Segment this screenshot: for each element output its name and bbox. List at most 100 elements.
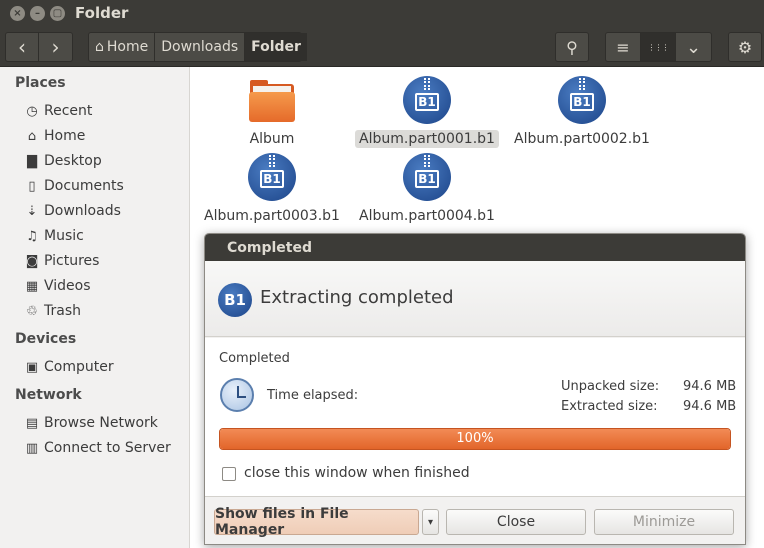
chevron-left-icon: ‹	[18, 35, 26, 59]
toolbar: ‹ › ⌂ Home Downloads Folder ⚲ ≡ ⋮⋮⋮ ⌄ ⚙	[0, 27, 764, 67]
home-icon: ⌂	[27, 128, 37, 144]
unpacked-size-label: Unpacked size:	[561, 379, 660, 394]
minimize-button[interactable]: Minimize	[594, 509, 734, 535]
extracted-size-label: Extracted size:	[561, 399, 658, 414]
archive-icon: B1	[403, 76, 451, 124]
archive-icon: B1	[403, 153, 451, 201]
chevron-right-icon: ›	[51, 35, 60, 59]
file-item-part0004[interactable]: B1 Album.part0004.b1	[352, 153, 502, 225]
breadcrumb-home-label: Home	[106, 39, 149, 55]
sidebar-heading-places: Places	[15, 75, 66, 91]
list-view-button[interactable]: ≡	[606, 33, 641, 61]
file-label: Album.part0003.b1	[204, 208, 340, 224]
sidebar-item-documents[interactable]: ▯ Documents	[24, 175, 124, 197]
file-item-part0001[interactable]: B1 Album.part0001.b1	[352, 76, 502, 148]
document-icon: ▯	[28, 178, 36, 194]
sidebar-item-desktop[interactable]: ▇ Desktop	[24, 150, 102, 172]
file-item-part0003[interactable]: B1 Album.part0003.b1	[197, 153, 347, 225]
sidebar-item-label: Pictures	[44, 253, 100, 269]
search-icon: ⚲	[566, 37, 578, 57]
sidebar-item-label: Computer	[44, 359, 114, 375]
extraction-dialog: Completed B1 Extracting completed Comple…	[204, 233, 746, 545]
sidebar-item-label: Connect to Server	[44, 440, 171, 456]
breadcrumb-folder[interactable]: Folder	[245, 33, 307, 61]
breadcrumb-downloads-label: Downloads	[161, 39, 239, 55]
sidebar-heading-network: Network	[15, 387, 82, 403]
search-button[interactable]: ⚲	[556, 33, 588, 61]
dialog-heading: Extracting completed	[260, 287, 454, 308]
window-maximize-button[interactable]: ▢	[50, 6, 65, 21]
sidebar-item-computer[interactable]: ▣ Computer	[24, 356, 114, 378]
settings-button[interactable]: ⚙	[729, 33, 761, 61]
file-item-album[interactable]: Album	[197, 80, 347, 148]
file-label: Album.part0001.b1	[355, 130, 499, 148]
close-button[interactable]: Close	[446, 509, 586, 535]
sidebar-item-connect-to-server[interactable]: ▥ Connect to Server	[24, 437, 171, 459]
chevron-down-icon: ▾	[427, 516, 434, 528]
sidebar-item-videos[interactable]: ▦ Videos	[24, 275, 91, 297]
title-bar: × – ▢ Folder	[0, 0, 764, 27]
sidebar-item-label: Home	[44, 128, 86, 144]
home-icon: ⌂	[95, 39, 104, 55]
sidebar-item-downloads[interactable]: ⇣ Downloads	[24, 200, 121, 222]
archive-icon: B1	[558, 76, 606, 124]
clock-icon	[220, 378, 254, 412]
sidebar-item-trash[interactable]: ♲ Trash	[24, 300, 81, 322]
trash-icon: ♲	[26, 303, 38, 319]
grid-view-icon: ⋮⋮⋮	[647, 42, 670, 52]
sidebar-item-label: Music	[44, 228, 84, 244]
show-files-button[interactable]: Show files in File Manager	[214, 506, 419, 538]
file-label: Album.part0004.b1	[359, 208, 495, 224]
breadcrumb-downloads[interactable]: Downloads	[155, 33, 246, 61]
music-icon: ♫	[26, 228, 38, 244]
sidebar-item-label: Browse Network	[44, 415, 158, 431]
window-minimize-button[interactable]: –	[30, 6, 45, 21]
sidebar-item-browse-network[interactable]: ▤ Browse Network	[24, 412, 158, 434]
grid-view-button[interactable]: ⋮⋮⋮	[641, 33, 676, 61]
progress-text: 100%	[456, 431, 494, 446]
dialog-header: B1 Extracting completed	[205, 261, 745, 337]
desktop-icon: ▇	[27, 153, 37, 169]
window-close-button[interactable]: ×	[10, 6, 25, 21]
window-title: Folder	[75, 4, 129, 22]
sidebar-item-label: Videos	[44, 278, 91, 294]
sidebar-item-pictures[interactable]: ◙ Pictures	[24, 250, 100, 272]
sidebar-item-music[interactable]: ♫ Music	[24, 225, 84, 247]
view-options-button[interactable]: ⌄	[676, 33, 711, 61]
forward-button[interactable]: ›	[39, 33, 72, 61]
settings-button-group: ⚙	[728, 32, 762, 62]
sidebar-item-label: Documents	[44, 178, 124, 194]
network-icon: ▤	[25, 415, 39, 431]
folder-icon	[248, 80, 296, 124]
b1-logo-icon: B1	[218, 283, 252, 317]
sidebar-item-label: Downloads	[44, 203, 121, 219]
extracted-size-value: 94.6 MB	[683, 399, 737, 414]
file-label: Album.part0002.b1	[514, 131, 650, 147]
camera-icon: ◙	[25, 253, 39, 269]
file-item-part0002[interactable]: B1 Album.part0002.b1	[507, 76, 657, 148]
breadcrumb-home[interactable]: ⌂ Home	[89, 33, 156, 61]
sidebar-item-label: Recent	[44, 103, 93, 119]
close-when-finished-label[interactable]: close this window when finished	[244, 465, 470, 481]
sidebar-item-recent[interactable]: ◷ Recent	[24, 100, 92, 122]
chevron-down-icon: ⌄	[685, 36, 702, 58]
unpacked-size-value: 94.6 MB	[683, 379, 737, 394]
status-text: Completed	[219, 351, 290, 366]
gear-icon: ⚙	[737, 37, 753, 57]
sidebar: Places ◷ Recent ⌂ Home ▇ Desktop ▯ Documents…	[0, 67, 190, 548]
show-files-dropdown-button[interactable]: ▾	[422, 509, 439, 535]
server-icon: ▥	[25, 440, 39, 456]
breadcrumb-folder-label: Folder	[251, 39, 301, 55]
close-when-finished-checkbox[interactable]	[222, 467, 236, 481]
search-button-group: ⚲	[555, 32, 589, 62]
sidebar-heading-devices: Devices	[15, 331, 77, 347]
sidebar-item-home[interactable]: ⌂ Home	[24, 125, 85, 147]
time-elapsed-label: Time elapsed:	[267, 388, 359, 403]
dialog-title: Completed	[205, 234, 745, 261]
dialog-body: Completed Time elapsed: Unpacked size: 9…	[205, 338, 745, 496]
back-button[interactable]: ‹	[6, 33, 40, 61]
progress-bar: 100%	[219, 428, 731, 450]
view-switcher: ≡ ⋮⋮⋮ ⌄	[605, 32, 712, 62]
download-icon: ⇣	[26, 203, 38, 219]
dialog-footer: Show files in File Manager ▾ Close Minim…	[205, 496, 745, 544]
